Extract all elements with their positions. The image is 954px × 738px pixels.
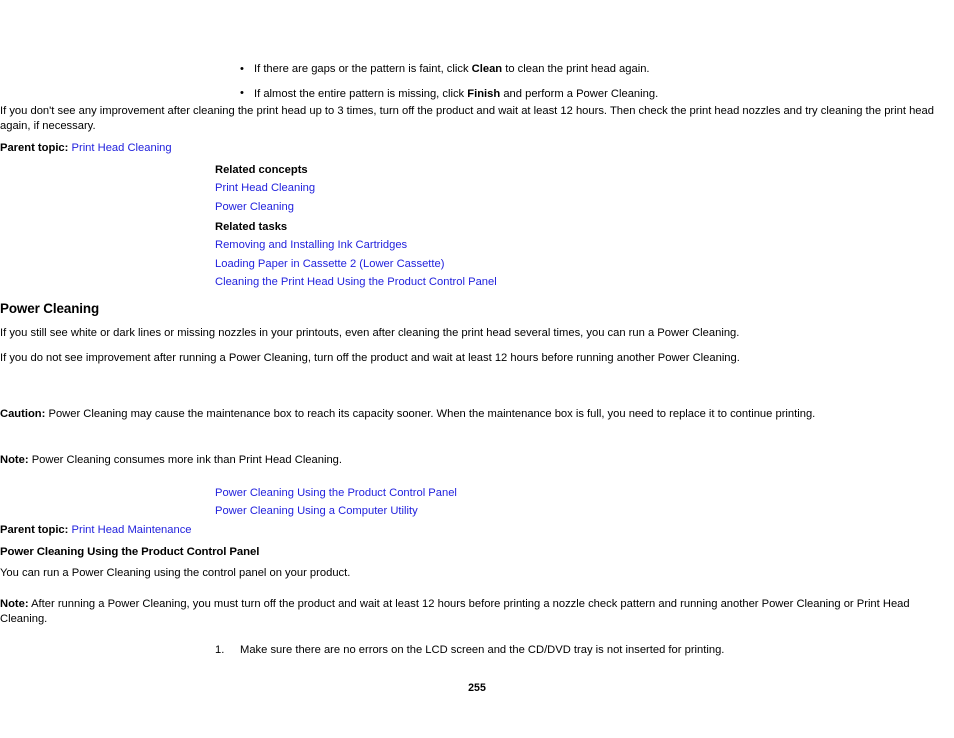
bullet-text-post: and perform a Power Cleaning. (500, 87, 659, 100)
bullet-dot-icon: • (240, 62, 244, 75)
child-links-block: Power Cleaning Using the Product Control… (0, 484, 954, 521)
steps-block: 1. Make sure there are no errors on the L… (0, 643, 954, 658)
bullet-text-bold: Finish (467, 87, 501, 100)
page-number: 255 (468, 682, 486, 694)
related-concept-link-print-head-cleaning[interactable]: Print Head Cleaning (215, 179, 823, 197)
power-cleaning-paragraph-2: If you do not see improvement after runn… (0, 351, 740, 364)
bullet-list-block: • If there are gaps or the pattern is fai… (0, 62, 954, 101)
bullet-dot-icon: • (240, 87, 244, 100)
intro-paragraph-block: If you don't see any improvement after c… (0, 104, 954, 133)
caution-note: Caution: Power Cleaning may cause the ma… (0, 407, 954, 422)
related-tasks-heading: Related tasks (215, 221, 288, 233)
bullet-text-post: to clean the print head again. (502, 63, 650, 75)
related-concept-link-power-cleaning[interactable]: Power Cleaning (215, 198, 823, 216)
caution-text: Power Cleaning may cause the maintenance… (45, 408, 816, 420)
parent-topic-link[interactable]: Print Head Cleaning (72, 142, 172, 154)
subsection-note-block: Note: After running a Power Cleaning, yo… (0, 597, 954, 626)
power-cleaning-body: If you still see white or dark lines or … (0, 326, 954, 365)
document-page: • If there are gaps or the pattern is fai… (0, 0, 954, 738)
subsection-note-label: Note: (0, 598, 29, 610)
section-title: Power Cleaning (0, 301, 100, 316)
list-item: 1. Make sure there are no errors on the L… (215, 643, 954, 658)
power-cleaning-section: Power Cleaning (0, 301, 954, 317)
parent-topic-line: Parent topic: Print Head Cleaning (0, 141, 954, 156)
parent-topic-block: Parent topic: Print Head Cleaning (0, 141, 954, 156)
subsection-paragraph-1: You can run a Power Cleaning using the c… (0, 567, 351, 579)
parent-topic-line-2: Parent topic: Print Head Maintenance (0, 523, 954, 538)
subsection-note: Note: After running a Power Cleaning, yo… (0, 597, 954, 626)
caution-block: Caution: Power Cleaning may cause the ma… (0, 407, 954, 422)
subsection-paragraph-block: You can run a Power Cleaning using the c… (0, 566, 954, 581)
step-number: 1. (215, 644, 225, 656)
related-tasks-block: Related tasks Removing and Installing In… (0, 218, 954, 291)
subsection-title-block: Power Cleaning Using the Product Control… (0, 545, 954, 559)
child-link-power-cleaning-computer-utility[interactable]: Power Cleaning Using a Computer Utility (215, 502, 823, 520)
bullet-text-pre: If almost the entire pattern is missing,… (254, 87, 468, 100)
note-label: Note: (0, 454, 29, 466)
list-item: • If almost the entire pattern is missing… (240, 87, 954, 102)
parent-topic-link-2[interactable]: Print Head Maintenance (72, 524, 192, 536)
related-concepts-block: Related concepts Print Head Cleaning Pow… (0, 161, 954, 216)
bullet-text-pre: If there are gaps or the pattern is fain… (254, 63, 472, 75)
related-concepts-heading: Related concepts (215, 164, 308, 176)
intro-paragraph: If you don't see any improvement after c… (0, 105, 934, 132)
parent-topic-block-2: Parent topic: Print Head Maintenance (0, 523, 954, 538)
list-item: • If there are gaps or the pattern is fai… (240, 62, 954, 77)
numbered-step-list: 1. Make sure there are no errors on the L… (0, 643, 954, 658)
subsection-title: Power Cleaning Using the Product Control… (0, 546, 260, 558)
note-block: Note: Power Cleaning consumes more ink t… (0, 453, 954, 468)
related-task-link-loading-paper[interactable]: Loading Paper in Cassette 2 (Lower Casse… (215, 255, 823, 273)
bullet-list: • If there are gaps or the pattern is fai… (0, 62, 954, 101)
power-cleaning-paragraph-1: If you still see white or dark lines or … (0, 327, 740, 339)
caution-label: Caution: (0, 408, 46, 420)
related-task-link-ink-cartridges[interactable]: Removing and Installing Ink Cartridges (215, 236, 823, 254)
subsection-note-text: After running a Power Cleaning, you must… (0, 598, 910, 625)
related-task-link-cleaning-print-head[interactable]: Cleaning the Print Head Using the Produc… (215, 273, 823, 291)
note: Note: Power Cleaning consumes more ink t… (0, 453, 954, 468)
parent-topic-label: Parent topic: (0, 142, 69, 154)
parent-topic-label-2: Parent topic: (0, 524, 69, 536)
child-link-power-cleaning-control-panel[interactable]: Power Cleaning Using the Product Control… (215, 484, 823, 502)
step-text: Make sure there are no errors on the LCD… (240, 644, 725, 656)
note-text: Power Cleaning consumes more ink than Pr… (28, 454, 343, 466)
bullet-text-bold: Clean (471, 63, 503, 75)
